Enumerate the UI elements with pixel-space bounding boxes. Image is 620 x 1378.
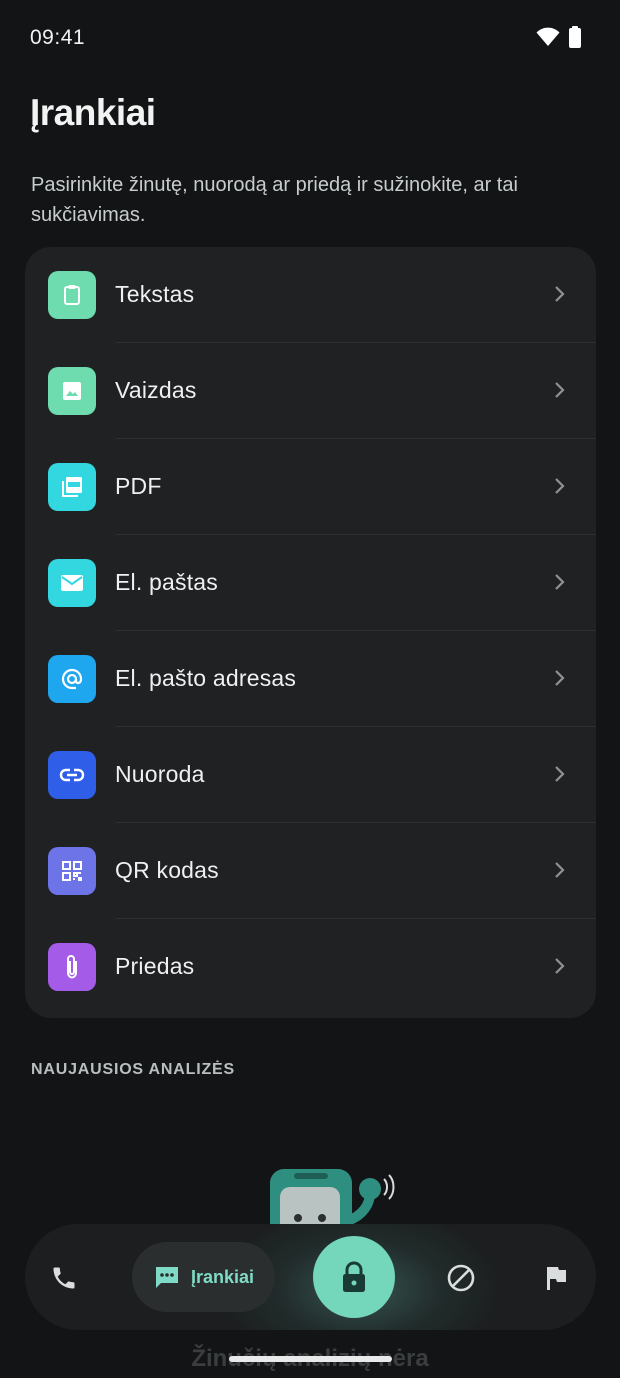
pdf-icon [48, 463, 96, 511]
qr-code-icon [48, 847, 96, 895]
chevron-right-icon [555, 478, 565, 494]
lock-icon [343, 1261, 365, 1292]
tool-label: Nuoroda [115, 761, 205, 787]
chevron-right-icon [555, 862, 565, 878]
flag-icon [547, 1267, 566, 1290]
tool-item-qr-code[interactable]: QR kodas [25, 823, 596, 919]
nav-protection-button[interactable] [313, 1236, 395, 1318]
status-bar: 09:41 [0, 0, 620, 76]
tool-item-text[interactable]: Tekstas [25, 247, 596, 343]
block-icon [447, 1264, 475, 1292]
wifi-icon [536, 27, 560, 46]
chevron-right-icon [555, 766, 565, 782]
nav-tools-label: Įrankiai [190, 1266, 255, 1287]
nav-calls-button[interactable] [39, 1253, 89, 1303]
tool-label: PDF [115, 473, 162, 499]
home-indicator[interactable] [229, 1356, 392, 1362]
phone-icon [53, 1267, 75, 1289]
chevron-right-icon [555, 958, 565, 974]
tool-item-link[interactable]: Nuoroda [25, 727, 596, 823]
bottom-navigation: Įrankiai [25, 1224, 596, 1330]
chevron-right-icon [555, 286, 565, 302]
tool-item-email[interactable]: El. paštas [25, 535, 596, 631]
mail-icon [48, 559, 96, 607]
tool-label: El. pašto adresas [115, 665, 297, 691]
chevron-right-icon [555, 670, 565, 686]
at-icon [48, 655, 96, 703]
tool-label: QR kodas [115, 857, 219, 883]
paperclip-icon [48, 943, 96, 991]
tool-label: El. paštas [115, 569, 218, 595]
tool-item-image[interactable]: Vaizdas [25, 343, 596, 439]
page-title: Įrankiai [30, 92, 156, 133]
tool-label: Priedas [115, 953, 195, 979]
tool-item-pdf[interactable]: PDF [25, 439, 596, 535]
tools-list: Tekstas Vaizdas PDF El. paštas El. pašto… [25, 247, 596, 1018]
link-icon [48, 751, 96, 799]
tool-item-attachment[interactable]: Priedas [25, 919, 596, 1015]
chevron-right-icon [555, 382, 565, 398]
status-icons [536, 26, 582, 48]
nav-report-button[interactable] [531, 1253, 581, 1303]
recent-analyses-heading: NAUJAUSIOS ANALIZĖS [31, 1061, 235, 1078]
image-icon [48, 367, 96, 415]
status-time: 09:41 [30, 26, 86, 49]
tool-label: Tekstas [115, 281, 195, 307]
tool-item-email-address[interactable]: El. pašto adresas [25, 631, 596, 727]
battery-icon [569, 26, 581, 48]
nav-tools-tab[interactable]: Įrankiai [132, 1242, 275, 1312]
chevron-right-icon [555, 574, 565, 590]
clipboard-icon [48, 271, 96, 319]
chat-icon [155, 1267, 178, 1288]
nav-blocked-button[interactable] [436, 1253, 486, 1303]
page-subtitle: Pasirinkite žinutę, nuorodą ar priedą ir… [31, 174, 518, 226]
tool-label: Vaizdas [115, 377, 197, 403]
